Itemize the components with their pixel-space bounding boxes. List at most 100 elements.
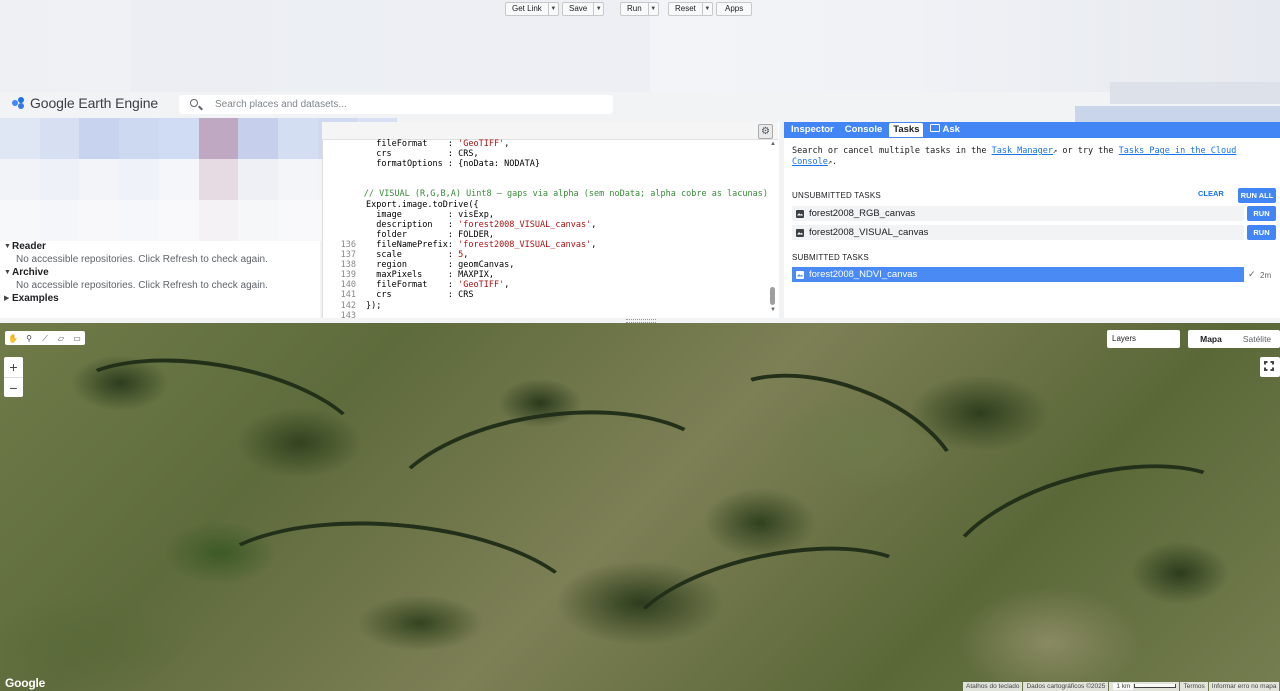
chevron-down-icon[interactable]: ▼	[593, 3, 603, 15]
code-line[interactable]: description : 'forest2008_VISUAL_canvas'…	[322, 220, 768, 230]
line-number	[322, 220, 366, 230]
code-line[interactable]	[322, 169, 768, 179]
line-number	[322, 230, 366, 240]
submitted-task-row[interactable]: forest2008_NDVI_canvas	[792, 267, 1244, 282]
code-text: folder : FOLDER,	[366, 229, 494, 240]
code-line[interactable]: Export.image.toDrive({	[322, 200, 768, 210]
code-line[interactable]: image : visExp,	[322, 210, 768, 220]
marker-icon[interactable]: ⚲	[24, 334, 34, 343]
line-number: 139	[340, 270, 356, 281]
reset-button[interactable]: Reset ▼	[668, 2, 713, 16]
terms-link[interactable]: Termos	[1180, 682, 1208, 691]
zoom-control: + −	[4, 357, 23, 397]
layers-dropdown[interactable]: Layers	[1107, 330, 1180, 348]
code-line[interactable]: fileFormat : 'GeoTIFF',	[322, 139, 768, 149]
line-icon[interactable]: ⟋	[40, 334, 50, 343]
zoom-in-button[interactable]: +	[4, 357, 23, 378]
hand-pan-icon[interactable]: ✋	[8, 334, 18, 343]
code-text: formatOptions : {noData: NODATA}	[366, 159, 540, 170]
gear-icon[interactable]: ⚙	[758, 124, 773, 139]
fullscreen-icon[interactable]	[1260, 357, 1280, 377]
line-number: 143	[340, 310, 356, 318]
line-number: 140	[340, 280, 356, 291]
code-text: crs : CRS	[366, 290, 474, 301]
task-manager-link[interactable]: Task Manager	[992, 146, 1053, 156]
earth-engine-logo-icon	[12, 96, 25, 110]
map-type-toggle: Mapa Satélite	[1188, 330, 1280, 348]
report-error-link[interactable]: Informar erro no mapa	[1208, 682, 1280, 691]
line-number: 137	[340, 250, 356, 261]
map-type-satelite[interactable]: Satélite	[1234, 330, 1280, 348]
search-input[interactable]	[213, 98, 597, 111]
scroll-down-icon[interactable]: ▼	[770, 307, 776, 313]
code-line[interactable]: 141 crs : CRS	[322, 290, 768, 300]
line-number	[322, 159, 366, 169]
zoom-out-button[interactable]: −	[4, 378, 23, 398]
image-icon	[796, 270, 804, 279]
code-text: description :	[366, 219, 459, 230]
tree-item-archive[interactable]: ▼ Archive	[4, 266, 316, 279]
code-string: 'GeoTIFF'	[458, 280, 505, 291]
map-type-mapa[interactable]: Mapa	[1188, 330, 1234, 348]
code-line[interactable]: 143	[322, 311, 768, 318]
run-all-button[interactable]: RUN ALL	[1238, 188, 1276, 203]
rectangle-icon[interactable]: ▭	[72, 334, 82, 343]
map-data-credit: Dados cartográficos ©2025	[1023, 682, 1109, 691]
code-line[interactable]: 142});	[322, 301, 768, 311]
search-bar[interactable]	[179, 95, 613, 114]
run-task-button[interactable]: RUN	[1247, 225, 1276, 240]
get-link-button[interactable]: Get Link ▼	[505, 2, 559, 16]
code-line[interactable]: 136 fileNamePrefix: 'forest2008_VISUAL_c…	[322, 240, 768, 250]
code-line[interactable]: 138 region : geomCanvas,	[322, 260, 768, 270]
code-line[interactable]: folder : FOLDER,	[322, 230, 768, 240]
task-row[interactable]: forest2008_VISUAL_canvas	[792, 225, 1244, 240]
unsubmitted-header: UNSUBMITTED TASKS	[792, 191, 881, 200]
chevron-down-icon[interactable]: ▼	[701, 3, 712, 15]
save-button[interactable]: Save ▼	[562, 2, 605, 16]
app-logo[interactable]: Google Earth Engine	[12, 95, 158, 111]
tab-tasks[interactable]: Tasks	[889, 123, 924, 137]
code-area[interactable]: fileFormat : 'GeoTIFF', crs : CRS, forma…	[322, 139, 768, 318]
tree-item-reader[interactable]: ▼ Reader	[4, 240, 316, 253]
run-button[interactable]: Run ▼	[620, 2, 659, 16]
task-row[interactable]: forest2008_RGB_canvas	[792, 206, 1244, 221]
line-number	[322, 139, 366, 149]
tab-inspector[interactable]: Inspector	[787, 123, 838, 137]
satellite-map[interactable]	[0, 323, 1280, 691]
apps-button[interactable]: Apps	[716, 2, 753, 16]
code-line[interactable]: formatOptions : {noData: NODATA}	[322, 159, 768, 169]
code-text: scale :	[366, 250, 459, 261]
tree-status: No accessible repositories. Click Refres…	[16, 280, 268, 291]
chevron-down-icon[interactable]: ▼	[647, 3, 658, 15]
code-text: ,	[463, 250, 469, 261]
editor-scrollbar[interactable]: ▲ ▼	[768, 139, 778, 318]
code-comment: // VISUAL (R,G,B,A) Uint8 — gaps via alp…	[363, 189, 768, 200]
keyboard-shortcuts-link[interactable]: Atalhos do teclado	[963, 682, 1023, 691]
tab-console[interactable]: Console	[841, 123, 886, 137]
code-text: fileFormat :	[366, 139, 459, 149]
code-line[interactable]: crs : CRS,	[322, 149, 768, 159]
tab-ask[interactable]: Ask	[926, 123, 963, 137]
code-text: fileNamePrefix:	[366, 239, 459, 250]
polygon-icon[interactable]: ▱	[56, 334, 66, 343]
tree-item-examples[interactable]: ▶ Examples	[4, 292, 316, 305]
google-logo: Google	[5, 676, 46, 690]
run-task-button[interactable]: RUN	[1247, 206, 1276, 221]
image-icon	[796, 228, 804, 237]
scrollbar-thumb[interactable]	[770, 287, 775, 305]
code-line[interactable]: 137 scale : 5,	[322, 250, 768, 260]
scroll-up-icon[interactable]: ▲	[770, 141, 776, 147]
chevron-down-icon[interactable]: ▼	[547, 3, 558, 15]
right-panel-tabs: Inspector Console Tasks Ask	[784, 122, 1280, 138]
code-line[interactable]: 139 maxPixels : MAXPIX,	[322, 270, 768, 280]
code-line[interactable]: 140 fileFormat : 'GeoTIFF',	[322, 280, 768, 290]
clear-button[interactable]: CLEAR	[1198, 189, 1224, 198]
code-text: ,	[504, 139, 510, 149]
line-number	[322, 149, 366, 159]
chat-icon	[930, 124, 941, 132]
code-line[interactable]	[322, 179, 768, 189]
code-text: fileFormat :	[366, 280, 459, 291]
code-line[interactable]: // VISUAL (R,G,B,A) Uint8 — gaps via alp…	[322, 189, 768, 199]
line-number: 142	[340, 300, 356, 311]
line-number	[322, 210, 366, 220]
